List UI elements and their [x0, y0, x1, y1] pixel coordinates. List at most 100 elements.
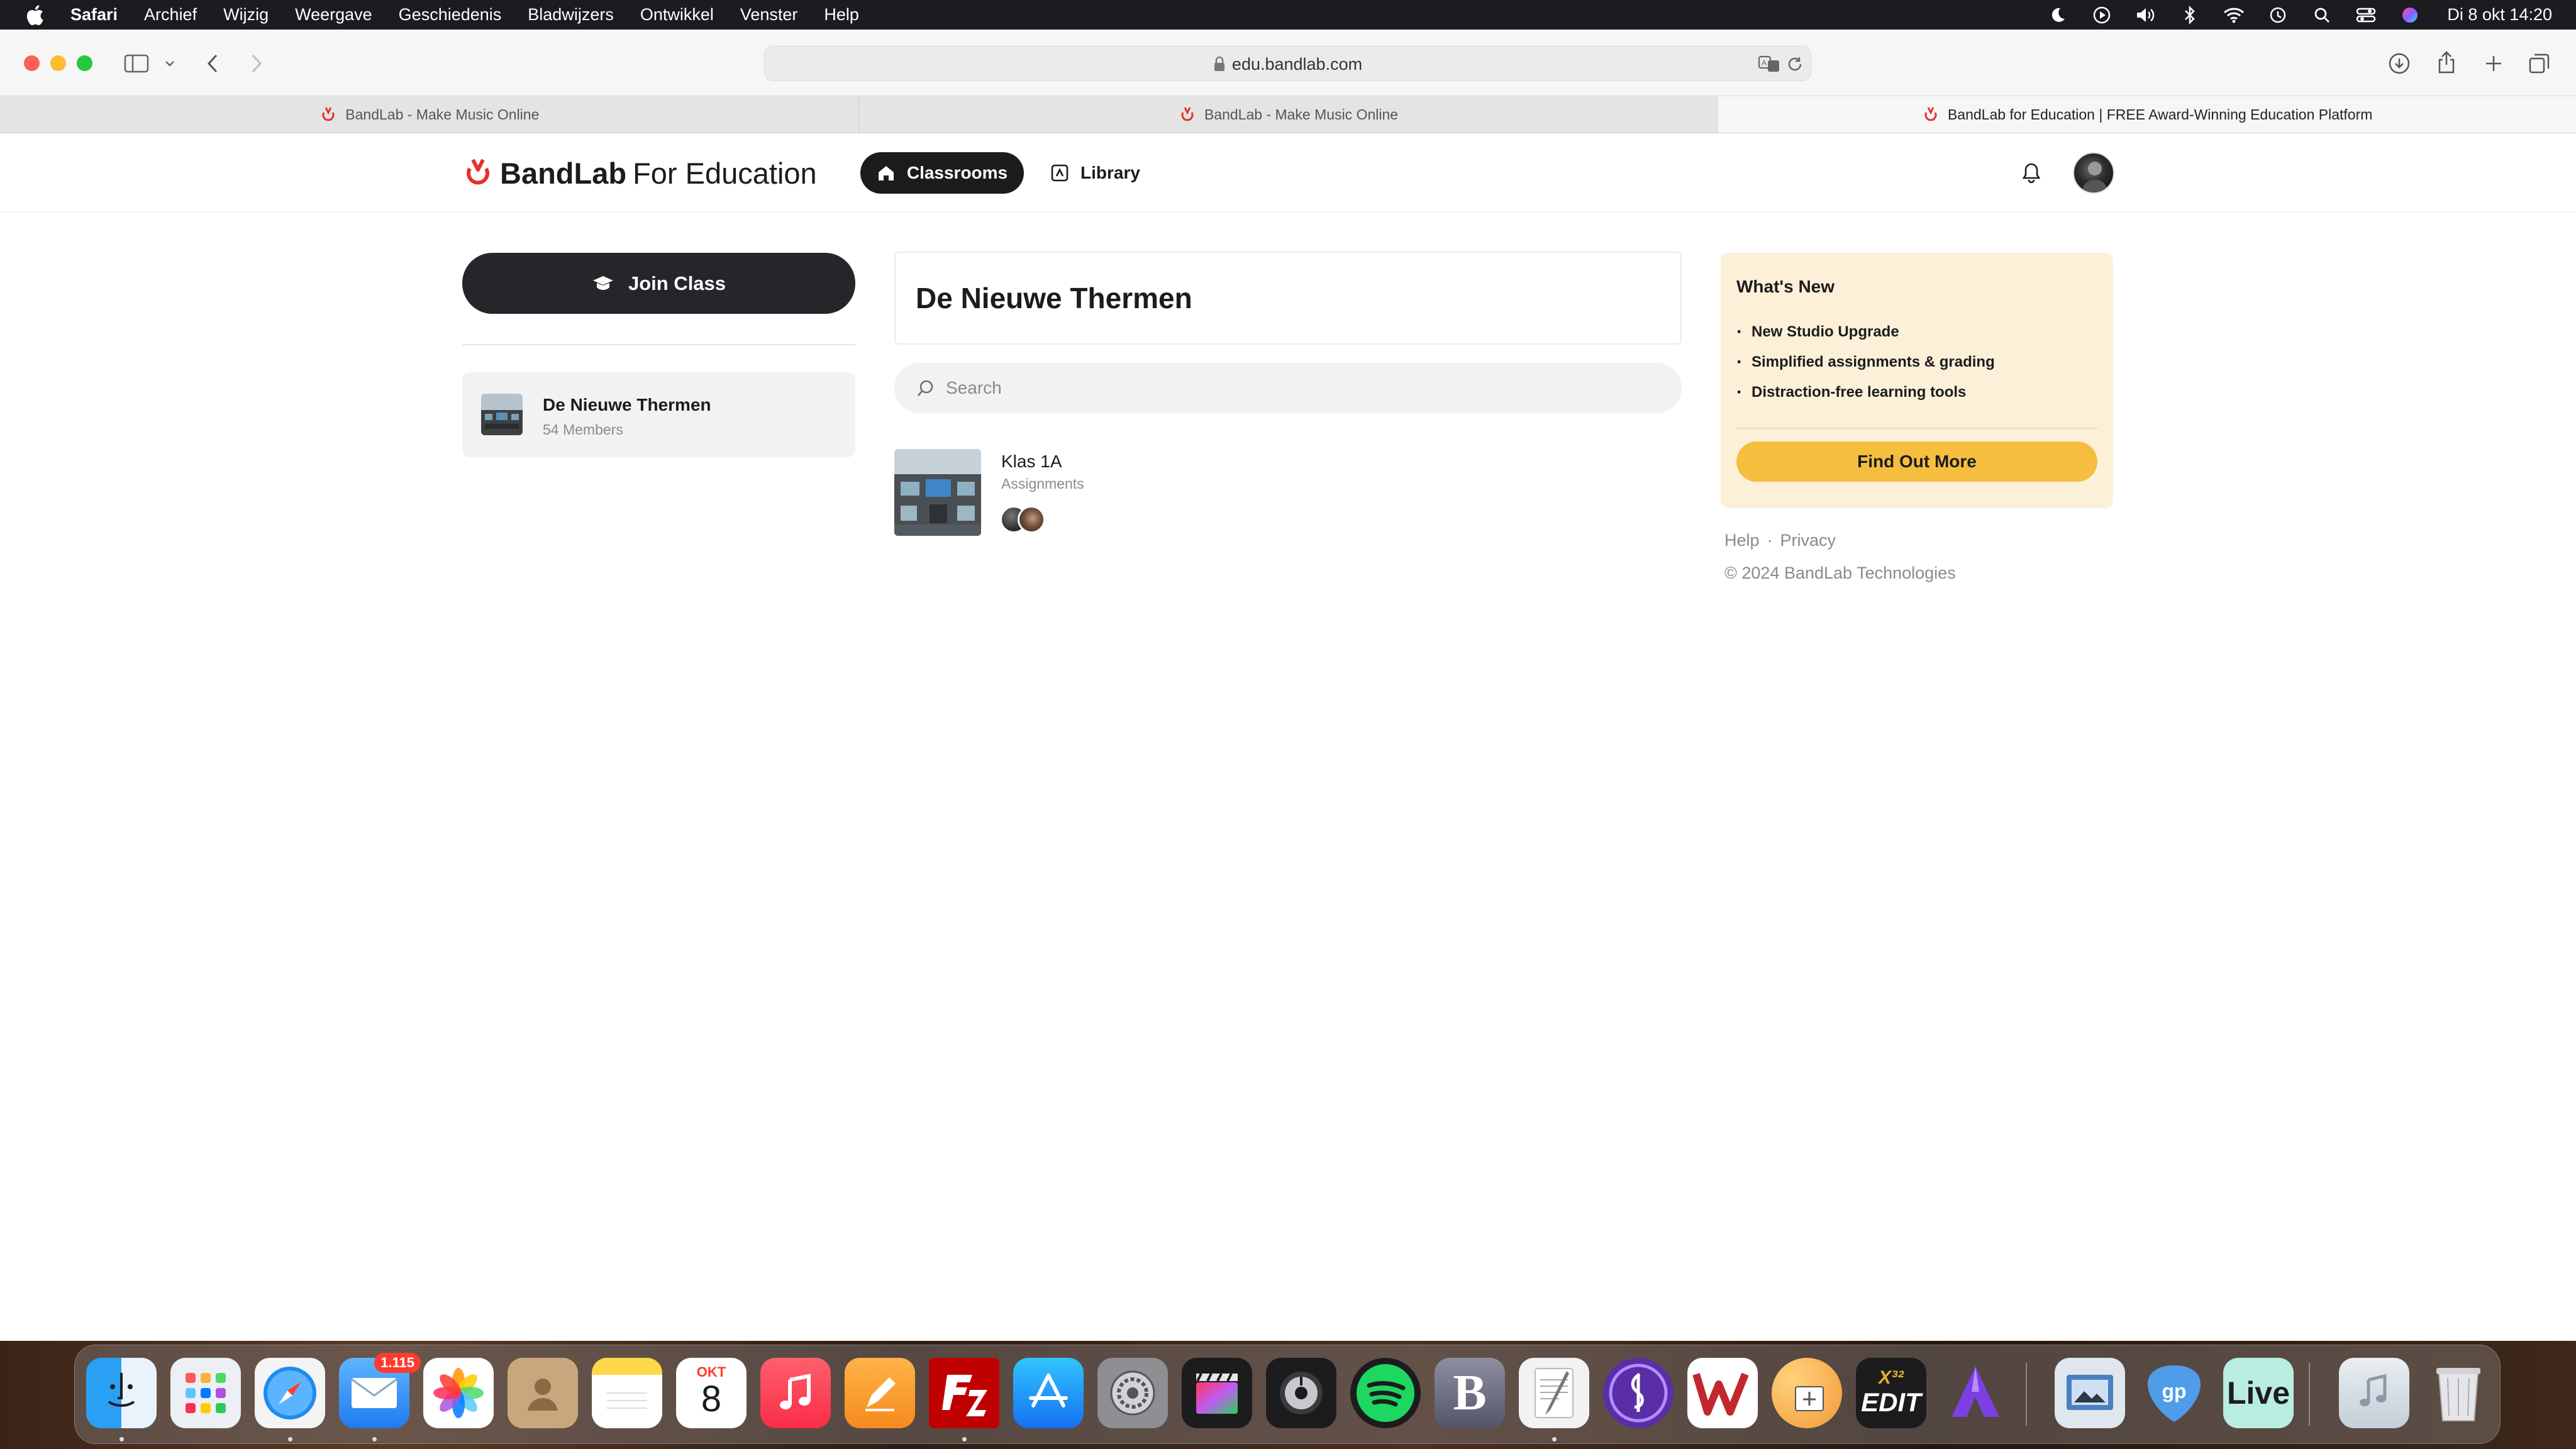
back-icon[interactable] [201, 52, 224, 75]
music-icon[interactable] [760, 1358, 831, 1428]
recent-app-icon[interactable] [2055, 1358, 2125, 1428]
bandlab-education-logo[interactable]: BandLab For Education [462, 154, 817, 192]
forward-icon[interactable] [245, 52, 268, 75]
photos-icon[interactable] [423, 1358, 494, 1428]
safari-toolbar: edu.bandlab.com A [0, 30, 2576, 96]
spotlight-search-icon[interactable] [2311, 4, 2333, 26]
nav-classrooms-button[interactable]: Classrooms [860, 152, 1024, 194]
find-out-more-button[interactable]: Find Out More [1736, 441, 2097, 482]
tab-title: BandLab - Make Music Online [1204, 106, 1399, 123]
music-folder-icon[interactable] [2339, 1358, 2409, 1428]
textedit-icon[interactable] [1519, 1358, 1589, 1428]
dock: 1.115 OKT 8 B X³² EDIT gp Live [74, 1345, 2501, 1444]
window-zoom-button[interactable] [77, 55, 92, 71]
mail-unread-badge: 1.115 [374, 1353, 421, 1373]
contacts-icon[interactable] [508, 1358, 578, 1428]
menubar-clock[interactable]: Di 8 okt 14:20 [2447, 5, 2552, 25]
nav-library-button[interactable]: Library [1050, 152, 1140, 194]
menu-ontwikkel[interactable]: Ontwikkel [640, 5, 714, 25]
trash-icon[interactable] [2423, 1358, 2494, 1428]
menu-venster[interactable]: Venster [740, 5, 798, 25]
chevron-down-icon[interactable] [162, 56, 177, 71]
safari-icon[interactable] [255, 1358, 325, 1428]
whats-new-item: Distraction-free learning tools [1736, 377, 1995, 408]
divider [462, 344, 855, 345]
menu-geschiedenis[interactable]: Geschiedenis [399, 5, 502, 25]
svg-text:gp: gp [2162, 1380, 2186, 1402]
system-settings-icon[interactable] [1097, 1358, 1168, 1428]
time-machine-icon[interactable] [2267, 4, 2289, 26]
sidebar-toggle-icon[interactable] [123, 53, 150, 74]
tab-overview-icon[interactable] [2527, 51, 2552, 76]
nav-library-label: Library [1080, 163, 1140, 182]
notes-icon[interactable] [592, 1358, 662, 1428]
footer-separator: · [1767, 531, 1773, 550]
url-text[interactable]: edu.bandlab.com [1232, 55, 1362, 74]
browser-tab-3-active[interactable]: BandLab for Education | FREE Award-Winni… [1718, 96, 2576, 133]
join-class-button[interactable]: Join Class [462, 253, 855, 314]
new-tab-icon[interactable] [2481, 51, 2506, 76]
window-minimize-button[interactable] [50, 55, 66, 71]
graduation-cap-icon [592, 275, 613, 290]
preview-icon[interactable] [1772, 1358, 1842, 1428]
ableton-live-label: Live [2226, 1375, 2290, 1411]
menu-help[interactable]: Help [824, 5, 859, 25]
affinity-icon[interactable] [1940, 1358, 2011, 1428]
pages-icon[interactable] [845, 1358, 915, 1428]
x32-edit-icon[interactable]: X³² EDIT [1856, 1358, 1926, 1428]
class-name: Klas 1A [1001, 452, 1062, 471]
app-store-icon[interactable] [1013, 1358, 1084, 1428]
browser-tab-2[interactable]: BandLab - Make Music Online [859, 96, 1718, 133]
menu-app-safari[interactable]: Safari [70, 5, 118, 25]
browser-tab-1[interactable]: BandLab - Make Music Online [0, 96, 859, 133]
school-thumbnail [481, 394, 523, 435]
reload-icon[interactable] [1785, 55, 1804, 74]
focus-moon-icon[interactable] [2047, 4, 2068, 26]
downloads-icon[interactable] [2387, 51, 2412, 76]
window-close-button[interactable] [24, 55, 40, 71]
launchpad-icon[interactable] [170, 1358, 241, 1428]
ableton-live-icon[interactable]: Live [2223, 1358, 2294, 1428]
filezilla-icon[interactable] [929, 1358, 999, 1428]
spotify-icon[interactable] [1350, 1358, 1421, 1428]
volume-icon[interactable] [2135, 4, 2157, 26]
bluetooth-icon[interactable] [2179, 4, 2201, 26]
bbedit-icon[interactable]: B [1435, 1358, 1505, 1428]
notifications-bell-icon[interactable] [2019, 160, 2044, 186]
apple-icon[interactable] [24, 4, 45, 26]
school-title-card: De Nieuwe Thermen [894, 252, 1682, 345]
guitar-pro-icon[interactable]: gp [2139, 1358, 2209, 1428]
menu-archief[interactable]: Archief [144, 5, 197, 25]
privacy-link[interactable]: Privacy [1780, 531, 1836, 550]
share-icon[interactable] [2434, 50, 2459, 75]
menu-wijzig[interactable]: Wijzig [223, 5, 269, 25]
bandlab-favicon-icon [1181, 107, 1194, 121]
calendar-icon[interactable]: OKT 8 [676, 1358, 747, 1428]
siri-icon[interactable] [2399, 4, 2421, 26]
final-cut-pro-icon[interactable] [1182, 1358, 1252, 1428]
dock-separator [2309, 1363, 2310, 1426]
control-center-icon[interactable] [2355, 4, 2377, 26]
search-icon [914, 377, 937, 399]
tab-title: BandLab - Make Music Online [345, 106, 540, 123]
menu-bladwijzers[interactable]: Bladwijzers [528, 5, 614, 25]
user-avatar[interactable] [2073, 152, 2114, 194]
finder-icon[interactable] [86, 1358, 157, 1428]
wavepad-icon[interactable] [1687, 1358, 1758, 1428]
wifi-icon[interactable] [2223, 4, 2245, 26]
translate-icon[interactable]: A [1758, 54, 1780, 74]
address-bar[interactable]: edu.bandlab.com A [764, 46, 1811, 81]
logic-pro-icon[interactable] [1266, 1358, 1336, 1428]
web-page: BandLab For Education Classrooms Library… [0, 133, 2576, 1341]
menu-weergave[interactable]: Weergave [295, 5, 372, 25]
search-input[interactable] [946, 378, 1638, 398]
now-playing-icon[interactable] [2091, 4, 2112, 26]
music-notation-app-icon[interactable] [1603, 1358, 1674, 1428]
help-link[interactable]: Help [1724, 531, 1760, 550]
school-card[interactable]: De Nieuwe Thermen 54 Members [462, 372, 855, 457]
search-bar[interactable] [894, 363, 1682, 413]
mail-icon[interactable]: 1.115 [339, 1353, 421, 1428]
tab-title: BandLab for Education | FREE Award-Winni… [1947, 106, 2373, 123]
running-indicator [288, 1437, 292, 1441]
class-list-item[interactable]: Klas 1A Assignments [894, 449, 1682, 543]
